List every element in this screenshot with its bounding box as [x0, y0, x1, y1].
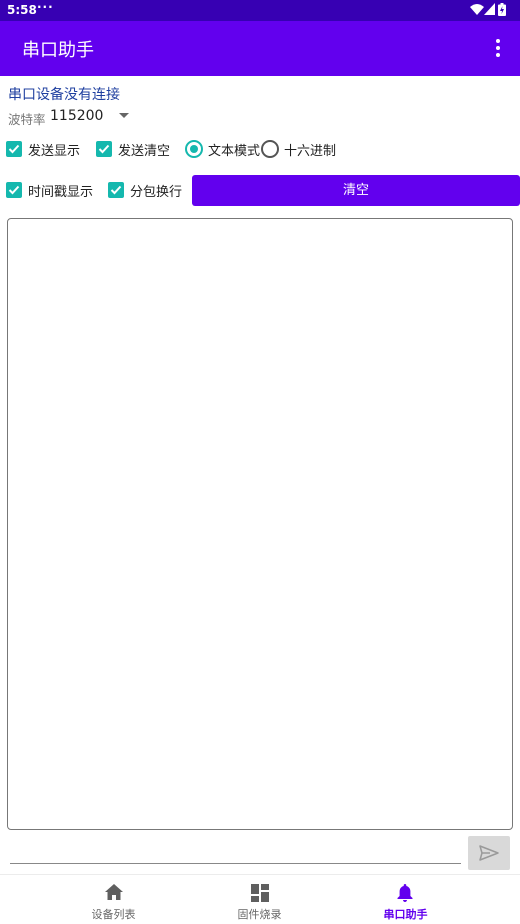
connection-status: 串口设备没有连接 [8, 87, 120, 103]
checkbox-checked-icon [6, 182, 22, 198]
packet-newline-label: 分包换行 [130, 184, 183, 200]
cell-signal-icon [484, 3, 495, 15]
nav-item-serial-assistant[interactable]: 串口助手 [319, 875, 492, 924]
battery-icon [498, 3, 506, 16]
serial-log-textarea[interactable] [7, 218, 513, 830]
text-mode-radio[interactable]: 文本模式 [185, 137, 260, 161]
dropdown-arrow-icon [119, 113, 129, 118]
dashboard-icon [251, 884, 269, 902]
send-button[interactable] [468, 836, 510, 870]
wifi-icon [470, 4, 484, 15]
send-input[interactable] [10, 840, 461, 864]
checkbox-checked-icon [96, 141, 112, 157]
send-display-label: 发送显示 [28, 143, 81, 159]
timestamp-display-label: 时间戳显示 [28, 184, 94, 200]
baud-rate-select[interactable]: 115200 [50, 106, 135, 126]
overflow-menu-icon[interactable] [494, 39, 502, 59]
app-title: 串口助手 [22, 40, 94, 61]
checkbox-checked-icon [6, 141, 22, 157]
home-icon [105, 884, 123, 900]
text-mode-label: 文本模式 [208, 143, 261, 159]
send-icon [479, 845, 499, 861]
send-clear-label: 发送清空 [118, 143, 171, 159]
bottom-navigation: 设备列表 固件烧录 串口助手 [0, 874, 520, 924]
packet-newline-checkbox[interactable]: 分包换行 [108, 178, 182, 202]
status-time: 5:58 [7, 3, 37, 17]
send-display-checkbox[interactable]: 发送显示 [6, 137, 80, 161]
hex-mode-label: 十六进制 [284, 143, 337, 159]
app-bar: 串口助手 [0, 21, 520, 76]
clear-button[interactable]: 清空 [192, 175, 520, 206]
send-clear-checkbox[interactable]: 发送清空 [96, 137, 170, 161]
checkbox-checked-icon [108, 182, 124, 198]
radio-unselected-icon [261, 140, 279, 158]
bell-icon [397, 884, 413, 902]
status-bar: 5:58 ··· [0, 0, 520, 21]
baud-rate-label: 波特率 [8, 112, 46, 127]
notification-dots: ··· [37, 0, 54, 14]
radio-selected-icon [185, 140, 203, 158]
nav-label: 串口助手 [383, 908, 428, 921]
hex-mode-radio[interactable]: 十六进制 [261, 137, 336, 161]
timestamp-display-checkbox[interactable]: 时间戳显示 [6, 178, 93, 202]
baud-rate-value: 115200 [50, 108, 104, 124]
